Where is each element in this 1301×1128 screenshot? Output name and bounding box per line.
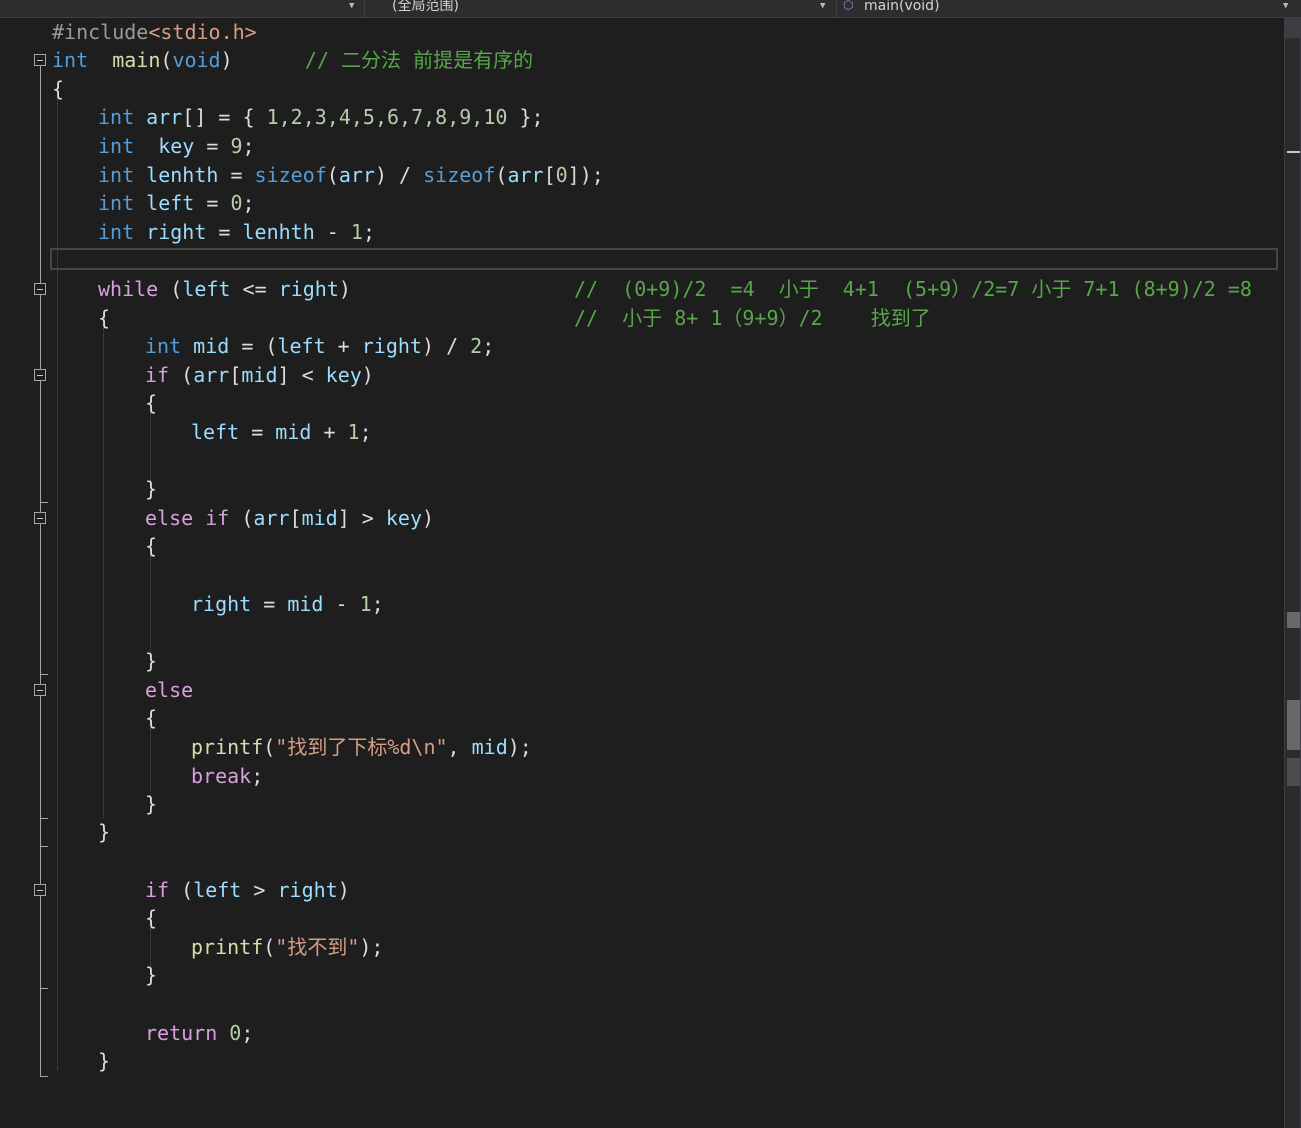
function-dropdown-chevron-icon[interactable]: ▼ [1283, 0, 1288, 16]
code-editor[interactable]: #include<stdio.h> int main(void) // 二分法 … [0, 18, 1284, 1128]
code-line-18: else if (arr[mid] > key) [145, 506, 435, 530]
collapse-if-left-icon[interactable] [34, 884, 46, 896]
indent-guide [150, 413, 151, 483]
code-comment-10: // (0+9)/2 =4 小于 4+1 (5+9）/2=7 小于 7+1 (8… [574, 277, 1252, 301]
code-line-24: else [145, 678, 194, 702]
cube-icon: ⬡ [843, 0, 854, 12]
code-line-8: int right = lenhth - 1; [98, 220, 375, 244]
collapse-else-if-icon[interactable] [34, 512, 46, 524]
code-comment-11: // 小于 8+ 1（9+9）/2 找到了 [574, 306, 931, 330]
code-line-19: { [145, 534, 158, 558]
code-line-36: return 0; [145, 1021, 254, 1045]
code-line-28: } [145, 792, 158, 816]
scroll-thumb-marker [1287, 612, 1300, 628]
code-line-27: break; [191, 764, 264, 788]
fold-end-marker [40, 1076, 48, 1077]
fold-end-marker [40, 502, 48, 503]
code-line-4: int arr[] = { 1,2,3,4,5,6,7,8,9,10 }; [98, 105, 544, 129]
code-line-11: { [98, 306, 111, 330]
current-line-highlight [50, 248, 1278, 270]
fold-end-marker [40, 818, 48, 819]
navigation-bar: ▼ (全局范围) ▼ ⬡ main(void) ▼ [0, 0, 1301, 18]
code-line-31: if (left > right) [145, 878, 350, 902]
code-line-23: } [145, 649, 158, 673]
scope-dropdown-chevron-icon[interactable]: ▼ [820, 0, 825, 16]
indent-guide [57, 98, 58, 1070]
vertical-scrollbar[interactable] [1284, 18, 1301, 1128]
scroll-thumb-marker [1287, 700, 1300, 750]
code-line-32: { [145, 906, 158, 930]
code-line-10: while (left <= right) [98, 277, 351, 301]
collapse-if-icon[interactable] [34, 369, 46, 381]
collapse-while-icon[interactable] [34, 283, 46, 295]
code-line-25: { [145, 706, 158, 730]
function-dropdown-label: main(void) [864, 0, 940, 14]
code-line-5: int key = 9; [98, 134, 255, 158]
project-dropdown-chevron-icon[interactable]: ▼ [349, 0, 354, 16]
collapse-main-icon[interactable] [34, 54, 46, 66]
fold-end-marker [40, 988, 48, 989]
code-line-12: int mid = (left + right) / 2; [145, 334, 495, 358]
code-line-2: int main(void) // 二分法 前提是有序的 [52, 48, 534, 72]
scope-dropdown-label: (全局范围) [392, 0, 459, 14]
code-line-29: } [98, 820, 111, 844]
code-line-34: } [145, 963, 158, 987]
code-line-3: { [52, 77, 65, 101]
code-line-15: left = mid + 1; [191, 420, 372, 444]
nav-divider [364, 0, 365, 17]
code-line-37: } [98, 1049, 111, 1073]
collapse-else-icon[interactable] [34, 684, 46, 696]
code-line-26: printf("找到了下标%d\n", mid); [191, 735, 532, 759]
fold-region-line [40, 66, 41, 1076]
code-line-6: int lenhth = sizeof(arr) / sizeof(arr[0]… [98, 163, 604, 187]
nav-divider [836, 0, 837, 17]
scroll-thumb-marker [1287, 758, 1300, 786]
code-line-14: { [145, 391, 158, 415]
code-line-17: } [145, 477, 158, 501]
function-dropdown[interactable]: main(void) [864, 0, 940, 16]
code-line-21: right = mid - 1; [191, 592, 384, 616]
scroll-caret-marker [1287, 151, 1300, 153]
fold-end-marker [40, 846, 48, 847]
code-line-7: int left = 0; [98, 191, 255, 215]
scrollbar-track[interactable] [1285, 38, 1300, 1128]
indent-guide [150, 728, 151, 796]
indent-guide [150, 556, 151, 654]
code-line-13: if (arr[mid] < key) [145, 363, 374, 387]
scope-dropdown[interactable]: (全局范围) [392, 0, 459, 16]
indent-guide [103, 328, 104, 818]
code-line-33: printf("找不到"); [191, 935, 384, 959]
code-line-1: #include<stdio.h> [52, 20, 257, 44]
fold-end-marker [40, 674, 48, 675]
